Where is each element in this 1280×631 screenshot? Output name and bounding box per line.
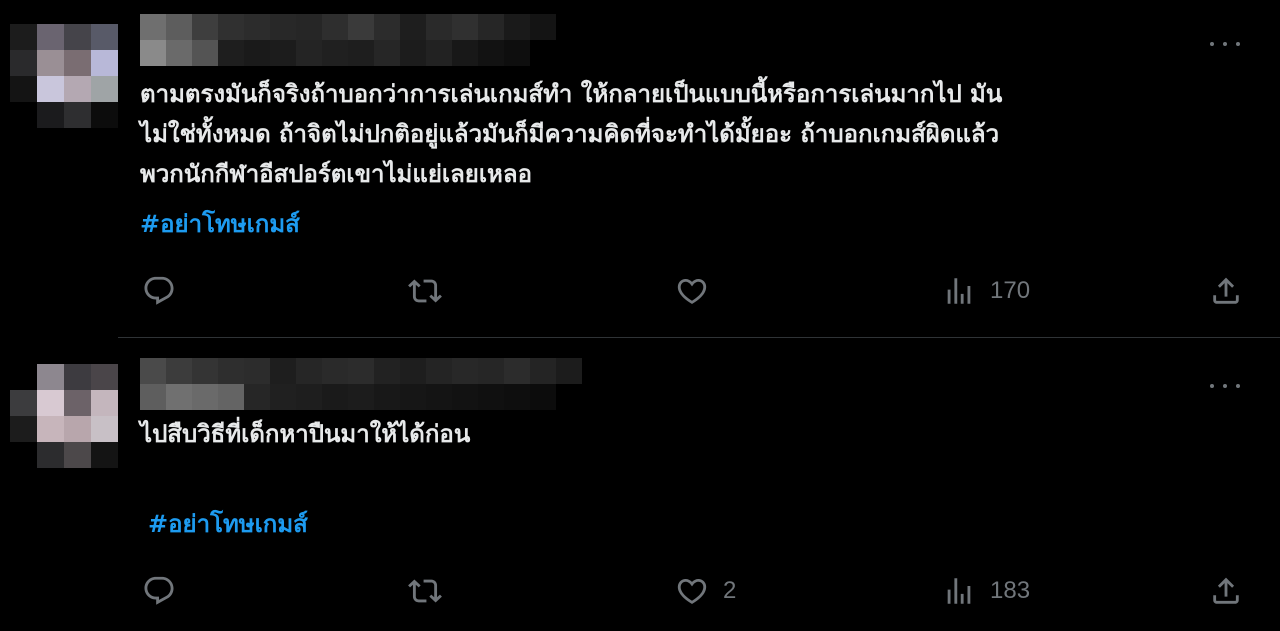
like-button[interactable] xyxy=(675,271,723,311)
reply-button[interactable] xyxy=(142,571,176,611)
tweet[interactable]: ตามตรงมันก็จริงถ้าบอกว่าการเล่นเกมส์ทำ ใ… xyxy=(0,0,1280,338)
share-icon xyxy=(1213,577,1239,604)
tweet-text-line: พวกนักกีฬาอีสปอร์ตเขาไม่แย่เลยเหลอ xyxy=(140,160,532,188)
share-button[interactable] xyxy=(1209,571,1243,611)
views-button[interactable]: 183 xyxy=(942,571,1030,611)
views-button[interactable]: 170 xyxy=(942,271,1030,311)
tweet[interactable]: ไปสืบวิธีที่เด็กหาปืนมาให้ได้ก่อน #อย่าโ… xyxy=(0,338,1280,631)
views-count: 170 xyxy=(990,277,1031,304)
like-button[interactable]: 2 xyxy=(675,571,736,611)
hashtag-link[interactable]: #อย่าโทษเกมส์ xyxy=(148,504,308,543)
heart-icon xyxy=(677,278,707,304)
avatar[interactable] xyxy=(10,364,118,468)
retweet-button[interactable] xyxy=(408,271,442,311)
reply-button[interactable] xyxy=(142,271,176,311)
retweet-icon xyxy=(408,579,442,603)
views-icon xyxy=(947,578,971,604)
author-name-blurred[interactable] xyxy=(140,358,582,410)
retweet-button[interactable] xyxy=(408,571,442,611)
share-button[interactable] xyxy=(1209,271,1243,311)
more-options-button[interactable] xyxy=(1210,376,1240,396)
more-icon xyxy=(1210,42,1214,46)
tweet-text: ไปสืบวิธีที่เด็กหาปืนมาให้ได้ก่อน xyxy=(140,414,470,454)
share-icon xyxy=(1213,277,1239,304)
more-options-button[interactable] xyxy=(1210,34,1240,54)
retweet-icon xyxy=(408,279,442,303)
tweet-text-line: ตามตรงมันก็จริงถ้าบอกว่าการเล่นเกมส์ทำ ใ… xyxy=(140,80,1003,108)
views-count: 183 xyxy=(990,577,1031,604)
tweet-text-line: ไม่ใช่ทั้งหมด ถ้าจิตไม่ปกติอยู่แล้วมันก็… xyxy=(140,120,1000,148)
tweet-text: ตามตรงมันก็จริงถ้าบอกว่าการเล่นเกมส์ทำ ใ… xyxy=(140,74,1002,194)
tweet-text-line: ไปสืบวิธีที่เด็กหาปืนมาให้ได้ก่อน xyxy=(140,420,471,448)
reply-icon xyxy=(144,576,174,605)
tweet-actions: 2 183 xyxy=(0,571,1280,611)
more-icon xyxy=(1210,384,1214,388)
reply-icon xyxy=(144,276,174,305)
heart-icon xyxy=(677,578,707,604)
author-name-blurred[interactable] xyxy=(140,14,556,66)
views-icon xyxy=(947,278,971,304)
tweet-actions: 170 xyxy=(0,271,1280,311)
like-count: 2 xyxy=(723,577,737,604)
avatar[interactable] xyxy=(10,24,118,128)
hashtag-link[interactable]: #อย่าโทษเกมส์ xyxy=(140,204,300,243)
